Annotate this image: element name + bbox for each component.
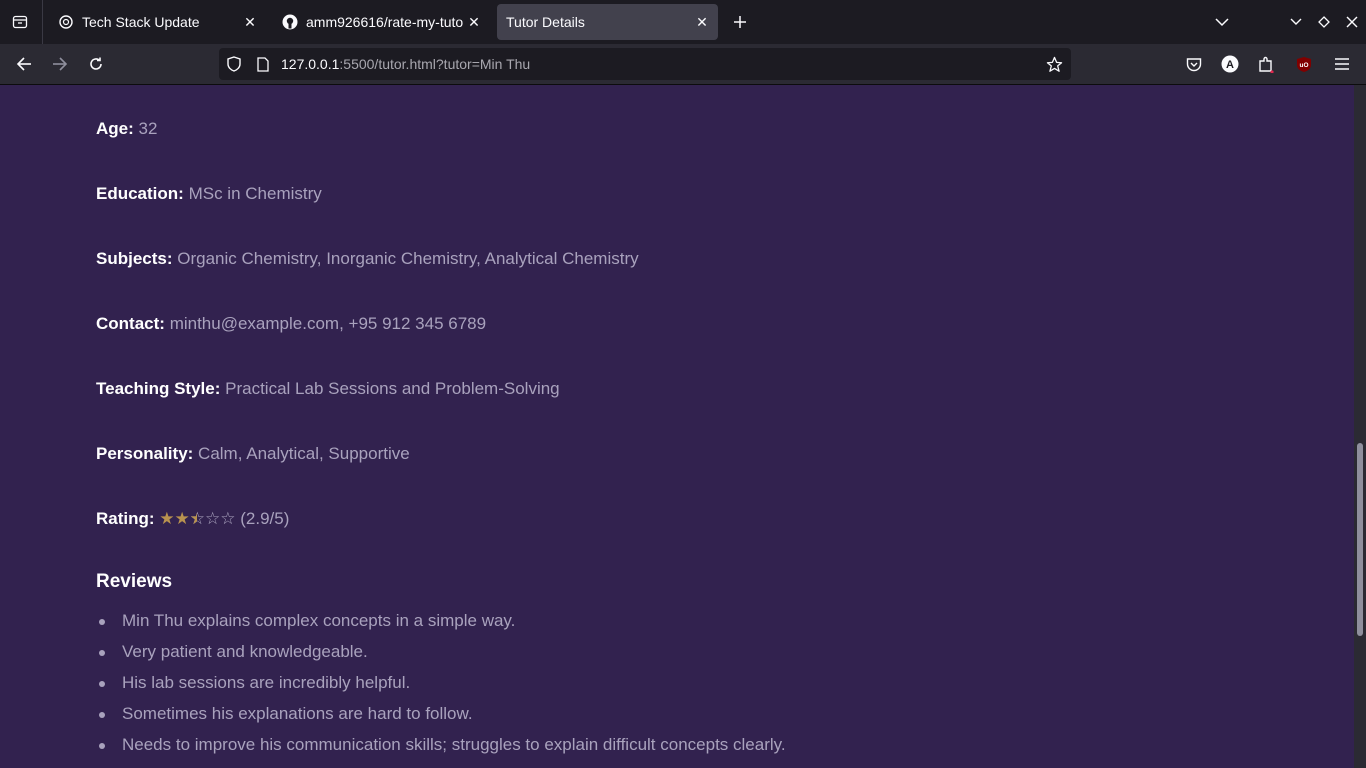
forward-button[interactable] (46, 50, 74, 78)
review-item: Needs to improve his communication skill… (96, 735, 786, 766)
github-icon (282, 14, 298, 30)
tab-tutor-details[interactable]: Tutor Details ✕ (497, 4, 718, 40)
age-label: Age: (96, 119, 134, 138)
subjects-field: Subjects: Organic Chemistry, Inorganic C… (96, 249, 639, 269)
bullet-icon (99, 712, 105, 718)
subjects-value: Organic Chemistry, Inorganic Chemistry, … (177, 249, 639, 268)
star-empty-icon: ☆ (220, 509, 236, 528)
shield-icon[interactable] (225, 55, 243, 73)
tab-strip: Tech Stack Update ✕ amm926616/rate-my-tu… (0, 0, 1366, 44)
bullet-icon (99, 681, 105, 687)
review-text: Sometimes his explanations are hard to f… (122, 704, 473, 723)
plus-icon (734, 16, 746, 28)
tab-separator (42, 0, 43, 44)
review-item: Sometimes his explanations are hard to f… (96, 704, 786, 735)
review-text: Very patient and knowledgeable. (122, 642, 368, 661)
review-item: Min Thu explains complex concepts in a s… (96, 611, 786, 642)
app-menu-button[interactable] (1328, 50, 1356, 78)
arrow-right-icon (53, 57, 68, 71)
personality-label: Personality: (96, 444, 194, 463)
bullet-icon (99, 743, 105, 749)
review-item: His lab sessions are incredibly helpful. (96, 673, 786, 704)
maximize-button[interactable] (1312, 10, 1336, 34)
new-tab-button[interactable] (728, 10, 752, 34)
page-scrollbar[interactable] (1354, 85, 1366, 768)
url-text[interactable]: 127.0.0.1:5500/tutor.html?tutor=Min Thu (281, 56, 530, 72)
tab-title: amm926616/rate-my-tutor (306, 14, 464, 30)
firefox-view-button[interactable] (8, 10, 32, 34)
close-tab-icon[interactable]: ✕ (692, 12, 712, 32)
age-value: 32 (138, 119, 158, 138)
account-icon: A (1221, 55, 1239, 73)
close-tab-icon[interactable]: ✕ (240, 12, 260, 32)
close-tab-icon[interactable]: ✕ (464, 12, 484, 32)
education-label: Education: (96, 184, 184, 203)
personality-field: Personality: Calm, Analytical, Supportiv… (96, 444, 410, 464)
review-text: Min Thu explains complex concepts in a s… (122, 611, 516, 630)
rating-field: Rating: ★★☆★☆☆ (2.9/5) (96, 509, 289, 529)
ublock-origin-button[interactable]: uO (1290, 50, 1318, 78)
reviews-heading: Reviews (96, 571, 173, 592)
teaching-style-label: Teaching Style: (96, 379, 221, 398)
subjects-label: Subjects: (96, 249, 173, 268)
bullet-icon (99, 619, 105, 625)
star-half-icon: ☆★ (189, 509, 206, 529)
star-half-fill: ★ (190, 509, 198, 529)
url-host: 127.0.0.1 (281, 56, 340, 72)
reviews-list: Min Thu explains complex concepts in a s… (96, 611, 786, 766)
rating-stars: ★★☆★☆☆ (159, 509, 235, 528)
star-empty-icon: ☆ (205, 509, 221, 528)
firefox-view-icon (12, 15, 28, 29)
minimize-button[interactable] (1284, 10, 1308, 34)
diamond-icon (1318, 16, 1330, 28)
review-text: Needs to improve his communication skill… (122, 735, 786, 754)
extensions-button[interactable] (1252, 50, 1280, 78)
review-text: His lab sessions are incredibly helpful. (122, 673, 411, 692)
star-full-icon: ★ (174, 509, 190, 528)
svg-text:uO: uO (1299, 62, 1308, 69)
page-content: Age: 32 Education: MSc in Chemistry Subj… (0, 85, 1354, 768)
back-button[interactable] (10, 50, 38, 78)
rating-label: Rating: (96, 509, 155, 528)
svg-text:A: A (1226, 59, 1234, 71)
address-bar[interactable]: 127.0.0.1:5500/tutor.html?tutor=Min Thu (219, 48, 1071, 80)
tab-title: Tech Stack Update (82, 14, 200, 30)
teaching-style-field: Teaching Style: Practical Lab Sessions a… (96, 379, 560, 399)
education-field: Education: MSc in Chemistry (96, 184, 322, 204)
account-button[interactable]: A (1216, 50, 1244, 78)
close-window-button[interactable] (1340, 10, 1364, 34)
reload-button[interactable] (82, 50, 110, 78)
tab-title: Tutor Details (506, 14, 585, 30)
ublock-origin-icon: uO (1297, 56, 1311, 72)
tab-rate-my-tutor[interactable]: amm926616/rate-my-tutor ✕ (272, 4, 490, 40)
bookmark-star-icon[interactable] (1045, 55, 1063, 73)
chevron-down-icon (1215, 18, 1229, 27)
list-all-tabs-button[interactable] (1210, 10, 1234, 34)
pocket-button[interactable] (1180, 50, 1208, 78)
navigation-toolbar: 127.0.0.1:5500/tutor.html?tutor=Min Thu … (0, 44, 1366, 85)
age-field: Age: 32 (96, 119, 157, 139)
reload-icon (90, 57, 102, 70)
education-value: MSc in Chemistry (188, 184, 322, 203)
chevron-down-icon (1290, 18, 1302, 25)
pocket-icon (1186, 57, 1202, 71)
contact-label: Contact: (96, 314, 165, 333)
tab-tech-stack-update[interactable]: Tech Stack Update ✕ (48, 4, 266, 40)
rating-value: (2.9/5) (240, 509, 290, 528)
puzzle-icon (1259, 56, 1274, 73)
teaching-style-value: Practical Lab Sessions and Problem-Solvi… (225, 379, 560, 398)
review-item: Very patient and knowledgeable. (96, 642, 786, 673)
contact-field: Contact: minthu@example.com, +95 912 345… (96, 314, 486, 334)
url-path: :5500/tutor.html?tutor=Min Thu (339, 56, 531, 72)
scrollbar-thumb[interactable] (1357, 443, 1363, 636)
page-icon[interactable] (254, 55, 272, 73)
contact-value: minthu@example.com, +95 912 345 6789 (169, 314, 487, 333)
hamburger-menu-icon (1335, 58, 1349, 70)
personality-value: Calm, Analytical, Supportive (198, 444, 410, 463)
close-icon (1346, 16, 1358, 28)
openai-icon (58, 14, 74, 30)
arrow-left-icon (16, 57, 31, 71)
star-full-icon: ★ (159, 509, 175, 528)
bullet-icon (99, 650, 105, 656)
